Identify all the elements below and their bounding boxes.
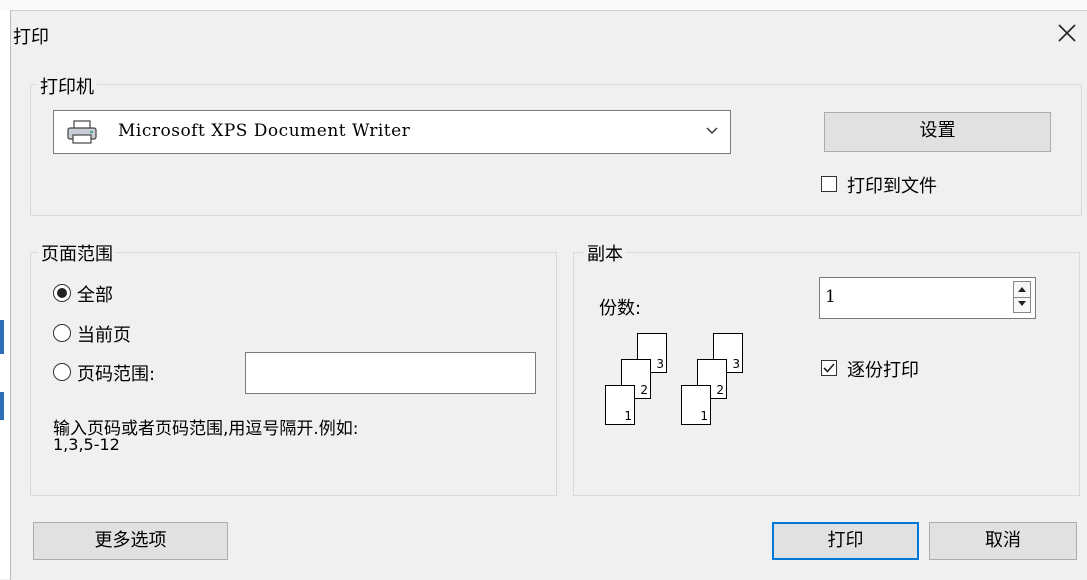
background-marker [0, 320, 4, 354]
collate-checkbox[interactable] [821, 360, 837, 376]
copies-spinner[interactable] [1013, 281, 1031, 313]
print-to-file-label: 打印到文件 [847, 176, 937, 197]
setup-button[interactable]: 设置 [824, 112, 1051, 152]
printer-select-value: Microsoft XPS Document Writer [118, 121, 411, 141]
page-range-hint-example: 1,3,5-12 [53, 435, 120, 454]
printer-icon [66, 120, 98, 149]
more-options-button[interactable]: 更多选项 [33, 522, 228, 560]
checkmark-icon [823, 363, 835, 373]
printer-group-legend: 打印机 [37, 73, 97, 99]
radio-page-range[interactable] [53, 363, 71, 381]
print-dialog: 打印 打印机 Microsoft XPS Document Writer 设置 … [10, 10, 1087, 580]
radio-all-pages-label: 全部 [77, 285, 113, 306]
copies-count-input[interactable]: 1 [819, 277, 1036, 319]
dialog-title: 打印 [13, 27, 49, 48]
close-icon[interactable] [1049, 15, 1085, 51]
copies-count-value: 1 [825, 287, 836, 307]
background-marker [0, 392, 4, 420]
collate-label: 逐份打印 [847, 360, 919, 381]
collate-illustration-stack-1: 3 2 1 [605, 333, 685, 443]
radio-current-page-label: 当前页 [77, 325, 131, 346]
printer-select[interactable]: Microsoft XPS Document Writer [53, 110, 731, 154]
background-window-strip [0, 0, 1087, 10]
print-button[interactable]: 打印 [772, 522, 919, 560]
radio-all-pages[interactable] [53, 284, 71, 302]
cancel-button[interactable]: 取消 [929, 522, 1077, 560]
background-window-edge [0, 10, 10, 579]
radio-current-page[interactable] [53, 324, 71, 342]
spinner-down-icon[interactable] [1014, 297, 1030, 312]
chevron-down-icon [704, 123, 720, 144]
collate-illustration-stack-2: 3 2 1 [681, 333, 761, 443]
radio-page-range-label: 页码范围: [77, 364, 156, 385]
spinner-up-icon[interactable] [1014, 282, 1030, 298]
page-range-input[interactable] [245, 352, 536, 394]
page-range-legend: 页面范围 [38, 240, 116, 266]
copies-count-label: 份数: [599, 298, 642, 319]
copies-legend: 副本 [584, 240, 626, 266]
print-to-file-checkbox[interactable] [821, 176, 837, 192]
